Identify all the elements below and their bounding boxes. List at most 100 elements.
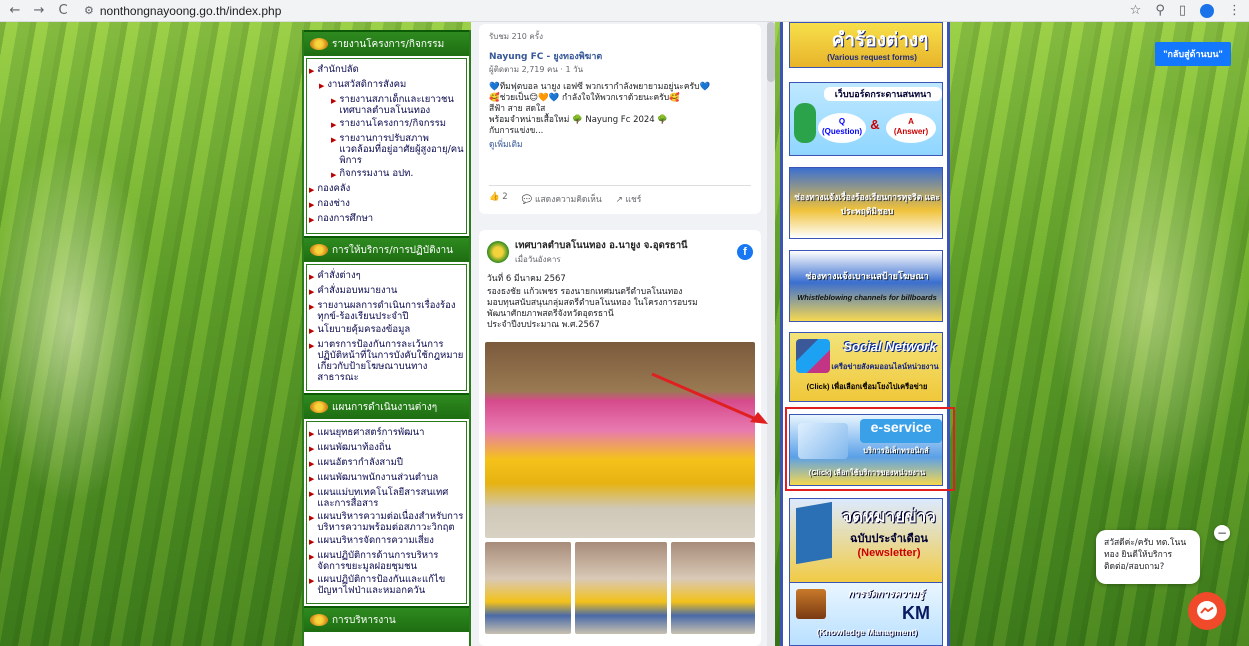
menu-item-label: กองช่าง <box>317 198 350 209</box>
bullet-icon: ▶ <box>319 82 325 90</box>
bullet-icon: ▶ <box>309 288 315 296</box>
left-menu-column: รายงานโครงการ/กิจกรรม ▶ สำนักปลัด ▶ งานสวัส… <box>302 30 471 646</box>
menu-item[interactable]: ▶ รายงานสภาเด็กและเยาวชนเทศบาลตำบลโนนทอง <box>309 93 464 117</box>
post-photo-thumb[interactable] <box>671 542 755 634</box>
messenger-icon[interactable] <box>1188 592 1226 630</box>
bullet-icon: ▶ <box>331 171 337 179</box>
menu-item[interactable]: ▶ กองการศึกษา <box>309 212 464 227</box>
post-card: รับชม 210 ครั้ง Nayung FC - ยูงทองพิฆาต … <box>479 24 761 214</box>
eservice-highlight-box <box>785 407 955 491</box>
share-action[interactable]: ↗ แชร์ <box>616 192 642 206</box>
newspaper-icon <box>796 501 832 565</box>
menu-item-label: กองคลัง <box>317 183 351 194</box>
see-more-link[interactable]: ดูเพิ่มเติม <box>489 137 751 151</box>
books-icon <box>796 589 826 619</box>
extensions-icon[interactable]: ⚲ <box>1155 3 1165 18</box>
bullet-icon: ▶ <box>309 460 315 468</box>
newsletter-banner[interactable]: จดหมายข่าว ฉบับประจำเดือน (Newsletter) <box>789 498 943 592</box>
menu-item[interactable]: ▶ สำนักปลัด <box>309 63 464 78</box>
menu-item-label: สำนักปลัด <box>317 64 359 75</box>
menu-item[interactable]: ▶ กิจกรรมงาน อปท. <box>309 167 464 182</box>
section-head-projects: รายงานโครงการ/กิจกรรม <box>304 30 469 56</box>
bullet-icon: ▶ <box>309 303 315 311</box>
page-avatar[interactable] <box>487 241 509 263</box>
sidepanel-icon[interactable]: ▯ <box>1179 3 1186 18</box>
menu-item[interactable]: ▶ นโยบายคุ้มครองข้อมูล <box>309 323 464 338</box>
address-bar[interactable]: ⚙ nonthongnayoong.go.th/index.php <box>84 4 281 18</box>
feed-scrollbar[interactable] <box>767 22 775 646</box>
bookmark-star-icon[interactable]: ☆ <box>1130 3 1142 18</box>
menu-item[interactable]: ▶ กองคลัง <box>309 182 464 197</box>
menu-item[interactable]: ▶ แผนบริหารความต่อเนื่องสำหรับการบริหารคว… <box>309 510 464 534</box>
bullet-icon: ▶ <box>331 136 337 144</box>
post-photo-thumb[interactable] <box>575 542 667 634</box>
post-page-name[interactable]: เทศบาลตำบลโนนทอง อ.นายูง จ.อุดรธานี <box>515 238 731 253</box>
like-action[interactable]: 👍 2 <box>489 192 508 206</box>
back-icon[interactable]: ← <box>8 3 22 18</box>
qa-webboard-banner[interactable]: เว็บบอร์ดกระดานสนทนา Q (Question) & A (A… <box>789 82 943 156</box>
menu-item-label: นโยบายคุ้มครองข้อมูล <box>317 324 411 335</box>
menu-item-label: งานสวัสดิการสังคม <box>327 79 407 90</box>
menu-item[interactable]: ▶ รายงานผลการดำเนินการเรื่องร้องทุกข์-ร้อ… <box>309 299 464 323</box>
forward-icon[interactable]: → <box>32 3 46 18</box>
post-date: วันที่ 6 มีนาคม 2567 <box>487 274 566 284</box>
menu-item[interactable]: ▶ แผนแม่บทเทคโนโลยีสารสนเทศและการสื่อสาร <box>309 486 464 510</box>
menu-icon[interactable]: ⋮ <box>1228 3 1241 18</box>
social-network-banner[interactable]: Social Network เครือข่ายสังคมออนไลน์หน่ว… <box>789 332 943 402</box>
bullet-icon: ▶ <box>309 445 315 453</box>
menu-item[interactable]: ▶ รายงานโครงการ/กิจกรรม <box>309 117 464 132</box>
complaint-banner[interactable]: ช่องทางแจ้งเรื่องร้องเรียนการทุจริต และป… <box>789 167 943 239</box>
section-head-services: การให้บริการ/การปฏิบัติงาน <box>304 236 469 262</box>
bullet-icon: ▶ <box>309 327 315 335</box>
menu-item[interactable]: ▶ คำสั่งต่างๆ <box>309 269 464 284</box>
menu-item[interactable]: ▶ งานสวัสดิการสังคม <box>309 78 464 93</box>
menu-item[interactable]: ▶ คำสั่งมอบหมายงาน <box>309 284 464 299</box>
bullet-icon: ▶ <box>309 216 315 224</box>
km-banner[interactable]: การจัดการความรู้ KM (Knowledge Managment… <box>789 582 943 646</box>
section-head-management: การบริหารงาน <box>304 606 469 632</box>
menu-item-label: แผนพัฒนาพนักงานส่วนตำบล <box>317 472 439 483</box>
menu-item[interactable]: ▶ กองช่าง <box>309 197 464 212</box>
post-text: 💙ทีมฟุตบอล นายูง เอฟซี พวกเรากำลังพยายาม… <box>489 82 711 136</box>
menu-item[interactable]: ▶ แผนบริหารจัดการความเสี่ยง <box>309 534 464 549</box>
menu-item[interactable]: ▶ แผนพัฒนาท้องถิ่น <box>309 441 464 456</box>
menu-item[interactable]: ▶ แผนพัฒนาพนักงานส่วนตำบล <box>309 471 464 486</box>
bullet-icon: ▶ <box>309 577 315 585</box>
section-logo-icon <box>310 614 328 626</box>
site-info-icon[interactable]: ⚙ <box>84 4 94 17</box>
services-menu: ▶ คำสั่งต่างๆ ▶ คำสั่งมอบหมายงาน ▶ รายงานผลกา… <box>306 264 467 391</box>
social-icons-icon <box>796 339 830 373</box>
bullet-icon: ▶ <box>309 342 315 350</box>
comment-action[interactable]: 💬 แสดงความคิดเห็น <box>522 192 602 206</box>
projects-menu: ▶ สำนักปลัด ▶ งานสวัสดิการสังคม ▶ รายงานสภาเด… <box>306 58 467 234</box>
bullet-icon: ▶ <box>309 201 315 209</box>
section-logo-icon <box>310 38 328 50</box>
red-arrow-icon <box>651 372 768 424</box>
right-banner-column: คำร้องต่างๆ (Various request forms) เว็บ… <box>780 22 950 646</box>
reload-icon[interactable]: C <box>56 3 70 18</box>
bullet-icon: ▶ <box>331 97 337 105</box>
browser-toolbar: ← → C ⚙ nonthongnayoong.go.th/index.php … <box>0 0 1249 22</box>
post-text: รองธงชัย แก้วเพชร รองนายกเทศมนตรีตำบลโนน… <box>487 287 698 330</box>
menu-item[interactable]: ▶ มาตรการป้องกันการละเว้นการปฏิบัติหน้าที… <box>309 338 464 384</box>
plans-menu: ▶ แผนยุทธศาสตร์การพัฒนา ▶ แผนพัฒนาท้องถิ่น ▶… <box>306 421 467 604</box>
menu-item[interactable]: ▶ แผนปฏิบัติการด้านการบริหารจัดการขยะมูลฝ… <box>309 549 464 573</box>
profile-avatar[interactable] <box>1200 3 1214 18</box>
url-text: nonthongnayoong.go.th/index.php <box>99 3 282 18</box>
menu-item[interactable]: ▶ แผนยุทธศาสตร์การพัฒนา <box>309 426 464 441</box>
menu-item[interactable]: ▶ รายงานการปรับสภาพแวดล้อมที่อยู่อาศัยผู้… <box>309 132 464 167</box>
post-time: เมื่อวันอังคาร <box>515 255 561 264</box>
back-to-top-button[interactable]: "กลับสู่ด้านบน" <box>1155 42 1231 66</box>
menu-item[interactable]: ▶ แผนอัตรากำลังสามปี <box>309 456 464 471</box>
request-forms-banner[interactable]: คำร้องต่างๆ (Various request forms) <box>789 22 943 68</box>
menu-item-label: แผนบริหารจัดการความเสี่ยง <box>317 535 434 546</box>
post-photo-thumb[interactable] <box>485 542 571 634</box>
section-head-plans: แผนการดำเนินงานต่างๆ <box>304 393 469 419</box>
menu-item[interactable]: ▶ แผนปฏิบัติการป้องกันและแก้ไขปัญหาไฟป่าแ… <box>309 573 464 597</box>
whistleblowing-banner[interactable]: ช่องทางแจ้งเบาะแสป้ายโฆษณา Whistleblowin… <box>789 250 943 322</box>
facebook-icon[interactable]: f <box>737 244 753 260</box>
post-page-link[interactable]: Nayung FC - ยูงทองพิฆาต <box>489 49 751 63</box>
chat-greeting[interactable]: สวัสดีค่ะ/ครับ ทต.โนนทอง ยินดีให้บริการต… <box>1096 530 1200 584</box>
bullet-icon: ▶ <box>309 186 315 194</box>
chat-close-button[interactable]: − <box>1214 525 1230 541</box>
